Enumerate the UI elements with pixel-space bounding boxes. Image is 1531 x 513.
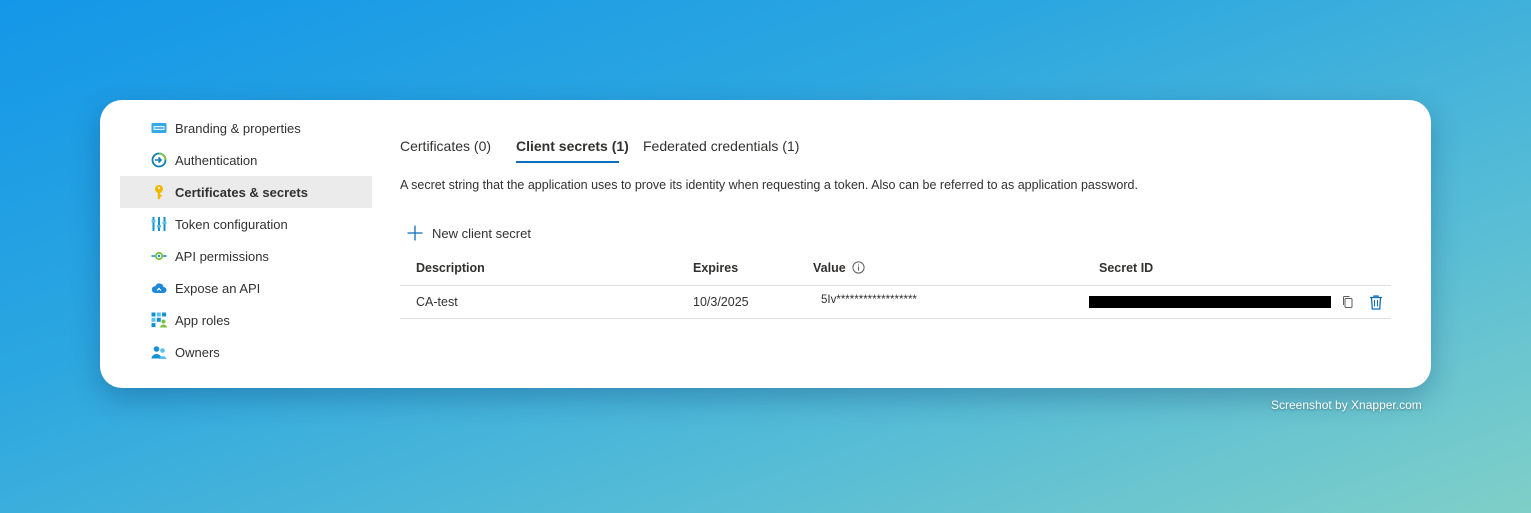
table-header: Description Expires Value Secret ID [400,255,1391,286]
sidebar-item-api-permissions[interactable]: API permissions [120,240,372,272]
tab-federated-credentials[interactable]: Federated credentials (1) [643,138,799,154]
sidebar-nav: Branding & properties Authentication Cer… [120,112,372,368]
sidebar-item-expose-api[interactable]: Expose an API [120,272,372,304]
new-client-secret-button[interactable]: New client secret [406,222,531,244]
sidebar-item-app-roles[interactable]: App roles [120,304,372,336]
owners-icon [151,344,167,360]
api-permissions-icon [151,248,167,264]
cloud-icon [151,280,167,296]
table-row: CA-test 10/3/2025 5Iv****************** [400,286,1391,319]
sidebar-item-label: App roles [175,312,230,328]
sidebar-item-label: Token configuration [175,216,288,232]
copy-icon[interactable] [1340,294,1356,310]
sidebar-item-label: API permissions [175,248,269,264]
branding-icon [151,120,167,136]
sidebar-item-label: Certificates & secrets [175,184,308,200]
sidebar-item-token-configuration[interactable]: Token configuration [120,208,372,240]
column-header-value: Value [813,261,865,275]
secret-expires: 10/3/2025 [693,295,749,309]
sidebar-item-label: Owners [175,344,220,360]
sidebar-item-authentication[interactable]: Authentication [120,144,372,176]
authentication-icon [151,152,167,168]
tab-certificates[interactable]: Certificates (0) [400,138,491,154]
tab-description: A secret string that the application use… [400,178,1138,192]
sidebar-item-branding[interactable]: Branding & properties [120,112,372,144]
sidebar-item-label: Expose an API [175,280,261,296]
secret-value: 5Iv****************** [821,294,917,306]
client-secrets-table: Description Expires Value Secret ID CA-t… [400,255,1391,319]
token-config-icon [151,216,167,232]
app-roles-icon [151,312,167,328]
sidebar-item-owners[interactable]: Owners [120,336,372,368]
sidebar-item-label: Authentication [175,152,258,168]
key-icon [151,184,167,200]
info-icon[interactable] [852,261,865,274]
secret-description: CA-test [416,295,458,309]
column-header-expires[interactable]: Expires [693,261,738,275]
tab-client-secrets[interactable]: Client secrets (1) [516,138,629,154]
screenshot-watermark: Screenshot by Xnapper.com [1271,398,1422,412]
sidebar-item-certificates-secrets[interactable]: Certificates & secrets [120,176,372,208]
plus-icon [407,225,423,241]
column-header-description[interactable]: Description [416,261,485,275]
new-client-secret-label: New client secret [432,225,531,241]
sidebar-item-label: Branding & properties [175,120,301,136]
redacted-secret-id [1089,296,1331,308]
column-header-secret-id[interactable]: Secret ID [1099,261,1153,275]
app-registration-panel: Branding & properties Authentication Cer… [100,100,1431,388]
value-header-label: Value [813,261,846,275]
active-tab-indicator [516,161,619,163]
delete-icon[interactable] [1368,294,1384,310]
